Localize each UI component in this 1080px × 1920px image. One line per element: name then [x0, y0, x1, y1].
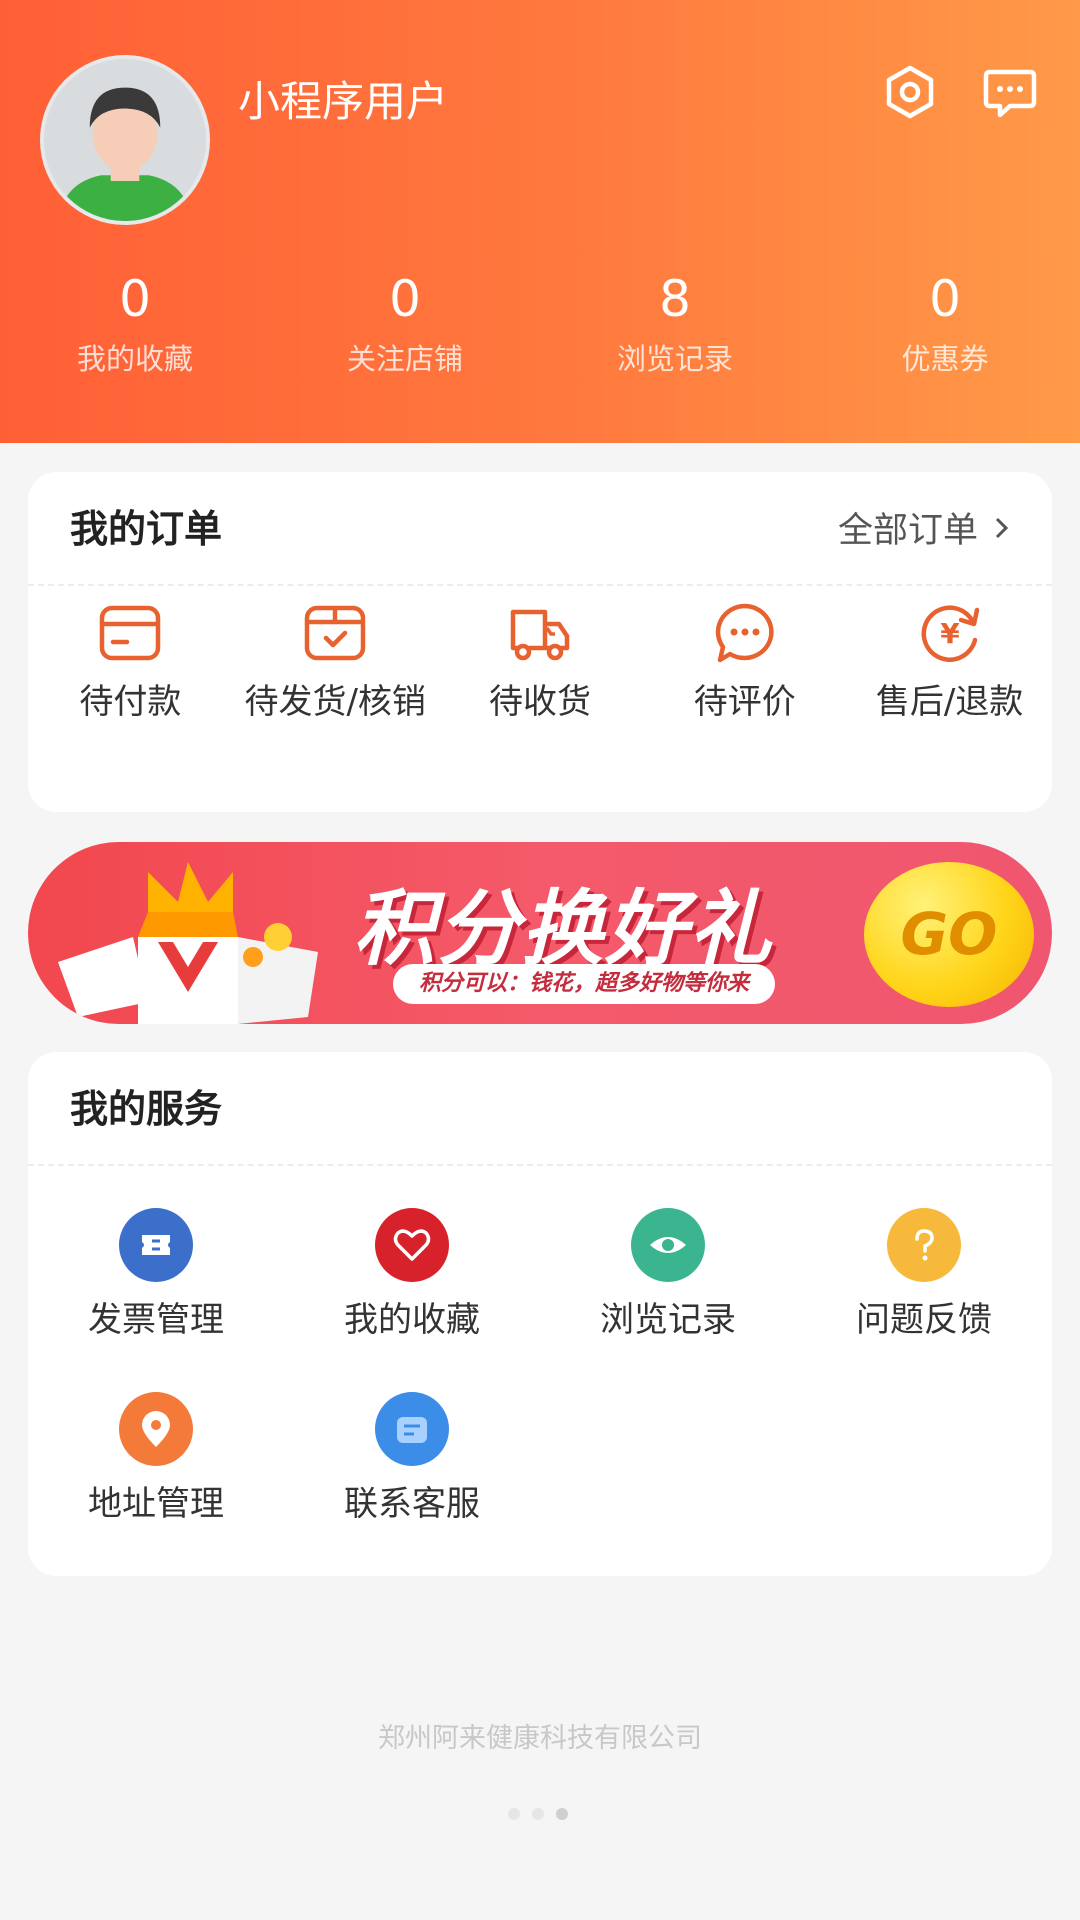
- service-feedback[interactable]: 问题反馈: [796, 1182, 1052, 1366]
- stat-label: 浏览记录: [616, 342, 733, 376]
- order-item-label: 待付款: [79, 682, 182, 722]
- order-item-label: 待发货/核销: [244, 682, 426, 722]
- page-dot: [508, 1808, 520, 1820]
- customer-service-icon: [375, 1392, 449, 1466]
- order-pending-review[interactable]: 待评价: [642, 600, 847, 723]
- stat-label: 我的收藏: [76, 342, 193, 376]
- orders-card: 我的订单 全部订单 待付款 待发货/核销 待收货 待评价 ¥ 售后/退款: [28, 472, 1052, 812]
- stat-value: 0: [389, 270, 421, 328]
- service-label: 浏览记录: [600, 1300, 736, 1340]
- box-check-icon: [302, 600, 368, 666]
- company-name: 郑州阿来健康科技有限公司: [378, 1723, 702, 1754]
- profile-header: 小程序用户 0 我的收藏 0 关注店铺 8 浏览记录 0 优惠券: [0, 0, 1080, 443]
- orders-title: 我的订单: [70, 507, 223, 551]
- order-pending-receipt[interactable]: 待收货: [438, 600, 643, 723]
- services-card: 我的服务 发票管理 我的收藏 浏览记录 问题反馈 地址管理 联系客服: [28, 1052, 1052, 1576]
- stat-value: 0: [929, 270, 961, 328]
- invoice-icon: [119, 1208, 193, 1282]
- order-item-label: 待评价: [693, 682, 796, 722]
- stat-label: 优惠券: [901, 342, 989, 376]
- order-after-sales[interactable]: ¥ 售后/退款: [847, 600, 1052, 723]
- page-indicator: [508, 1808, 580, 1820]
- service-label: 问题反馈: [856, 1300, 992, 1340]
- service-label: 我的收藏: [344, 1300, 480, 1340]
- stat-favorites[interactable]: 0 我的收藏: [0, 270, 270, 380]
- heart-icon: [375, 1208, 449, 1282]
- message-bubble-icon[interactable]: [980, 62, 1040, 122]
- order-pending-shipment[interactable]: 待发货/核销: [233, 600, 438, 723]
- comment-icon: [712, 600, 778, 666]
- stats-bar: 0 我的收藏 0 关注店铺 8 浏览记录 0 优惠券: [0, 270, 1080, 380]
- settings-hexagon-icon[interactable]: [880, 62, 940, 122]
- all-orders-label: 全部订单: [837, 511, 978, 551]
- page-dot: [532, 1808, 544, 1820]
- avatar[interactable]: [40, 55, 210, 225]
- order-item-label: 待收货: [488, 682, 591, 722]
- gift-box-icon: [58, 862, 318, 1024]
- all-orders-link[interactable]: 全部订单: [838, 502, 1012, 553]
- stat-coupons[interactable]: 0 优惠券: [810, 270, 1080, 380]
- divider: [28, 584, 1052, 586]
- services-title: 我的服务: [70, 1087, 223, 1131]
- stat-value: 8: [659, 270, 691, 328]
- stat-label: 关注店铺: [346, 342, 463, 376]
- order-item-label: 售后/退款: [875, 682, 1024, 722]
- chevron-right-icon: [995, 517, 1009, 538]
- order-pending-payment[interactable]: 待付款: [28, 600, 233, 723]
- points-exchange-banner[interactable]: 积分换好礼 积分可以：钱花，超多好物等你来 GO: [28, 842, 1052, 1024]
- service-customer-support[interactable]: 联系客服: [284, 1366, 540, 1550]
- refund-yen-icon: ¥: [917, 600, 983, 666]
- service-label: 联系客服: [344, 1484, 480, 1524]
- banner-go-button[interactable]: GO: [864, 862, 1034, 1007]
- divider: [28, 1164, 1052, 1166]
- service-browse-history[interactable]: 浏览记录: [540, 1182, 796, 1366]
- service-address[interactable]: 地址管理: [28, 1366, 284, 1550]
- service-favorites[interactable]: 我的收藏: [284, 1182, 540, 1366]
- username: 小程序用户: [238, 77, 449, 126]
- stat-followed-shops[interactable]: 0 关注店铺: [270, 270, 540, 380]
- truck-icon: [507, 600, 573, 666]
- question-icon: [887, 1208, 961, 1282]
- svg-text:¥: ¥: [940, 617, 960, 650]
- stat-value: 0: [119, 270, 151, 328]
- avatar-user-icon: [44, 59, 206, 221]
- location-pin-icon: [119, 1392, 193, 1466]
- stat-browse-history[interactable]: 8 浏览记录: [540, 270, 810, 380]
- page-dot-active: [556, 1808, 568, 1820]
- banner-subtitle: 积分可以：钱花，超多好物等你来: [393, 964, 776, 1004]
- eye-icon: [631, 1208, 705, 1282]
- wallet-icon: [97, 600, 163, 666]
- service-label: 发票管理: [88, 1300, 224, 1340]
- service-label: 地址管理: [88, 1484, 224, 1524]
- service-invoice[interactable]: 发票管理: [28, 1182, 284, 1366]
